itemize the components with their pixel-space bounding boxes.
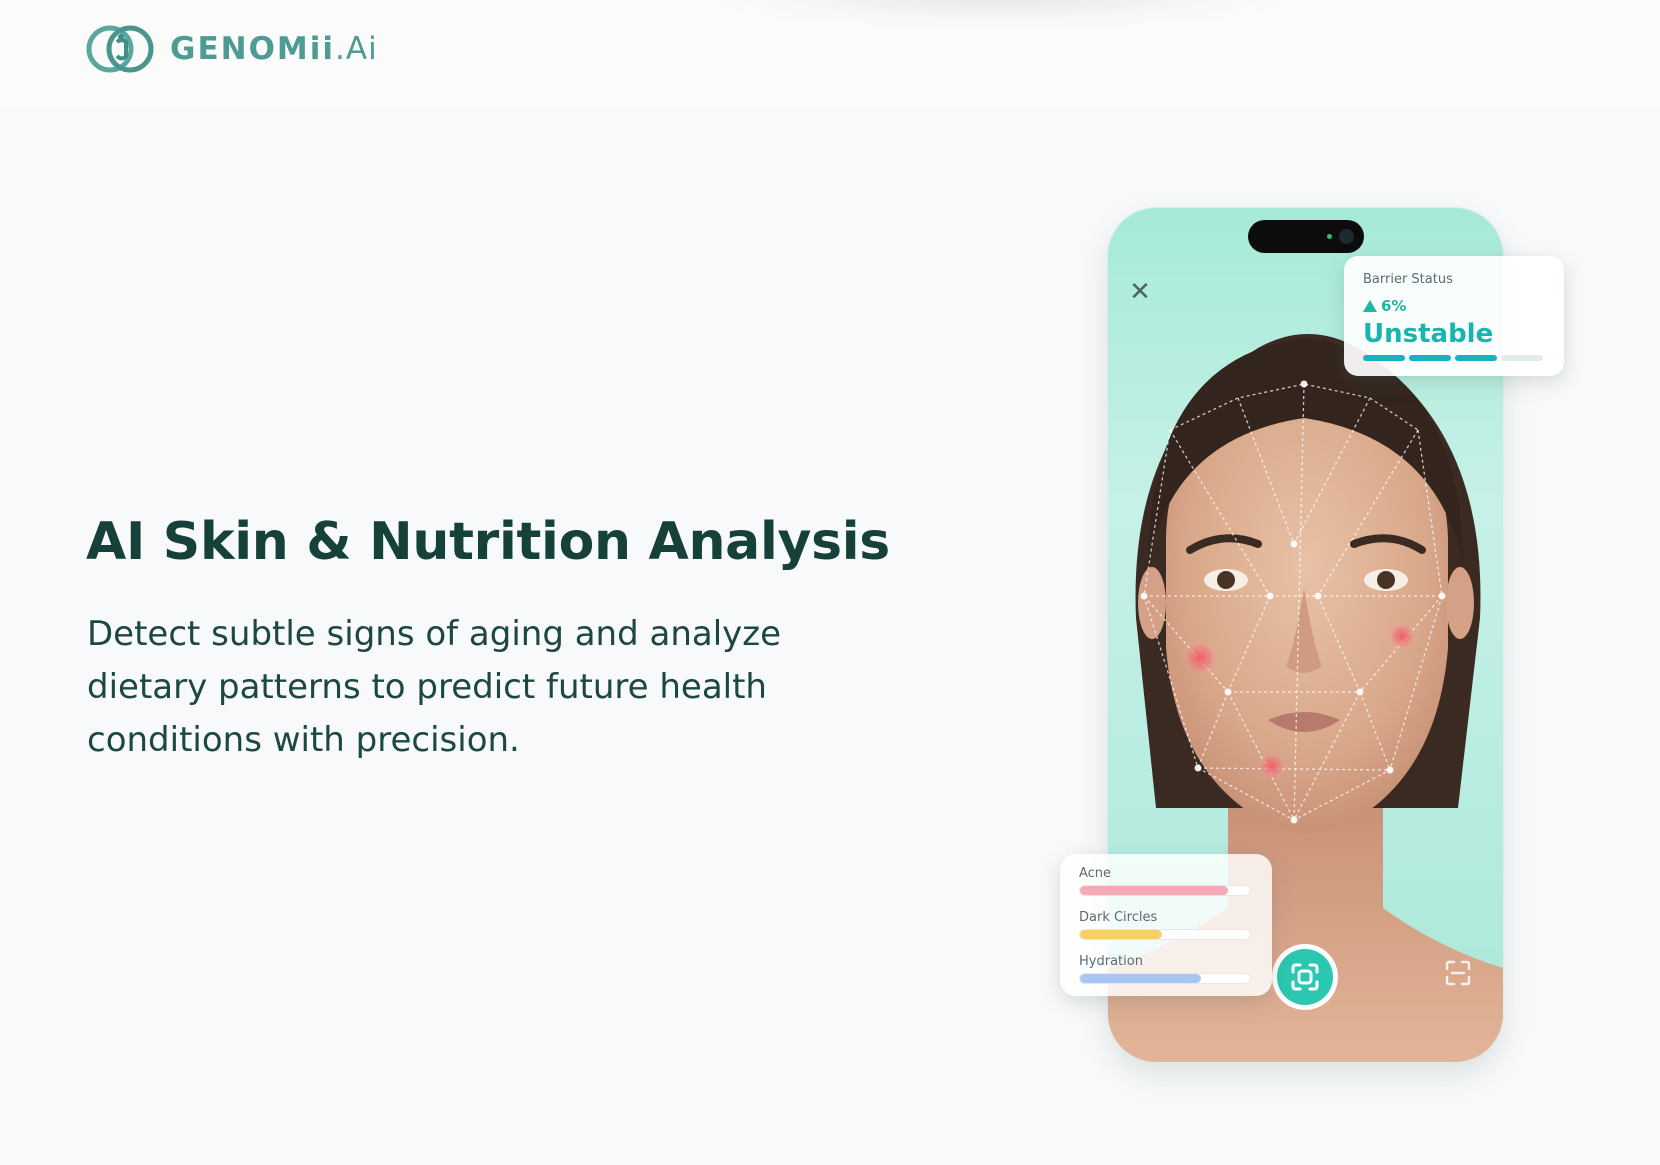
- scan-icon: [1291, 963, 1319, 991]
- metric-bar-fill: [1080, 930, 1162, 939]
- barrier-segment: [1363, 355, 1405, 361]
- metric-bar: [1079, 885, 1251, 896]
- hero-title: AI Skin & Nutrition Analysis: [86, 512, 890, 572]
- skin-metrics-card: Acne Dark Circles Hydration: [1060, 854, 1272, 996]
- logo-wordmark: GENOMii.Ai: [170, 31, 378, 67]
- barrier-status-value: Unstable: [1363, 319, 1494, 349]
- camera-indicator: [1327, 234, 1332, 239]
- barrier-segment: [1409, 355, 1451, 361]
- logo-suffix: .Ai: [335, 31, 378, 67]
- logo-mark-icon: [86, 25, 154, 73]
- metric-label: Dark Circles: [1079, 910, 1158, 925]
- metric-bar: [1079, 929, 1251, 940]
- barrier-change-value: 6%: [1381, 297, 1407, 315]
- metric-bar-fill: [1080, 886, 1228, 895]
- scan-button[interactable]: [1272, 944, 1338, 1010]
- brand-logo[interactable]: GENOMii.Ai: [86, 22, 378, 76]
- logo-name: GENOMii: [170, 31, 336, 67]
- top-bar: GENOMii.Ai: [0, 0, 1660, 108]
- expand-icon[interactable]: [1443, 958, 1473, 988]
- metric-bar: [1079, 973, 1251, 984]
- barrier-status-label: Barrier Status: [1363, 272, 1453, 287]
- metric-item: Dark Circles: [1079, 910, 1253, 940]
- metric-label: Acne: [1079, 866, 1112, 881]
- front-camera: [1339, 229, 1354, 244]
- barrier-segment: [1501, 355, 1543, 361]
- hero-subtitle: Detect subtle signs of aging and analyze…: [87, 614, 782, 760]
- metric-item: Hydration: [1079, 954, 1253, 984]
- barrier-segment: [1455, 355, 1497, 361]
- metric-bar-fill: [1080, 974, 1201, 983]
- dynamic-island: [1248, 220, 1364, 253]
- arrow-up-icon: [1363, 300, 1377, 312]
- barrier-progress: [1363, 355, 1543, 361]
- metric-item: Acne: [1079, 866, 1253, 896]
- barrier-status-card: Barrier Status 6% Unstable: [1344, 256, 1564, 376]
- close-icon[interactable]: ✕: [1126, 278, 1154, 306]
- metric-label: Hydration: [1079, 954, 1143, 969]
- barrier-change: 6%: [1363, 297, 1545, 315]
- top-decoration: [700, 0, 1300, 30]
